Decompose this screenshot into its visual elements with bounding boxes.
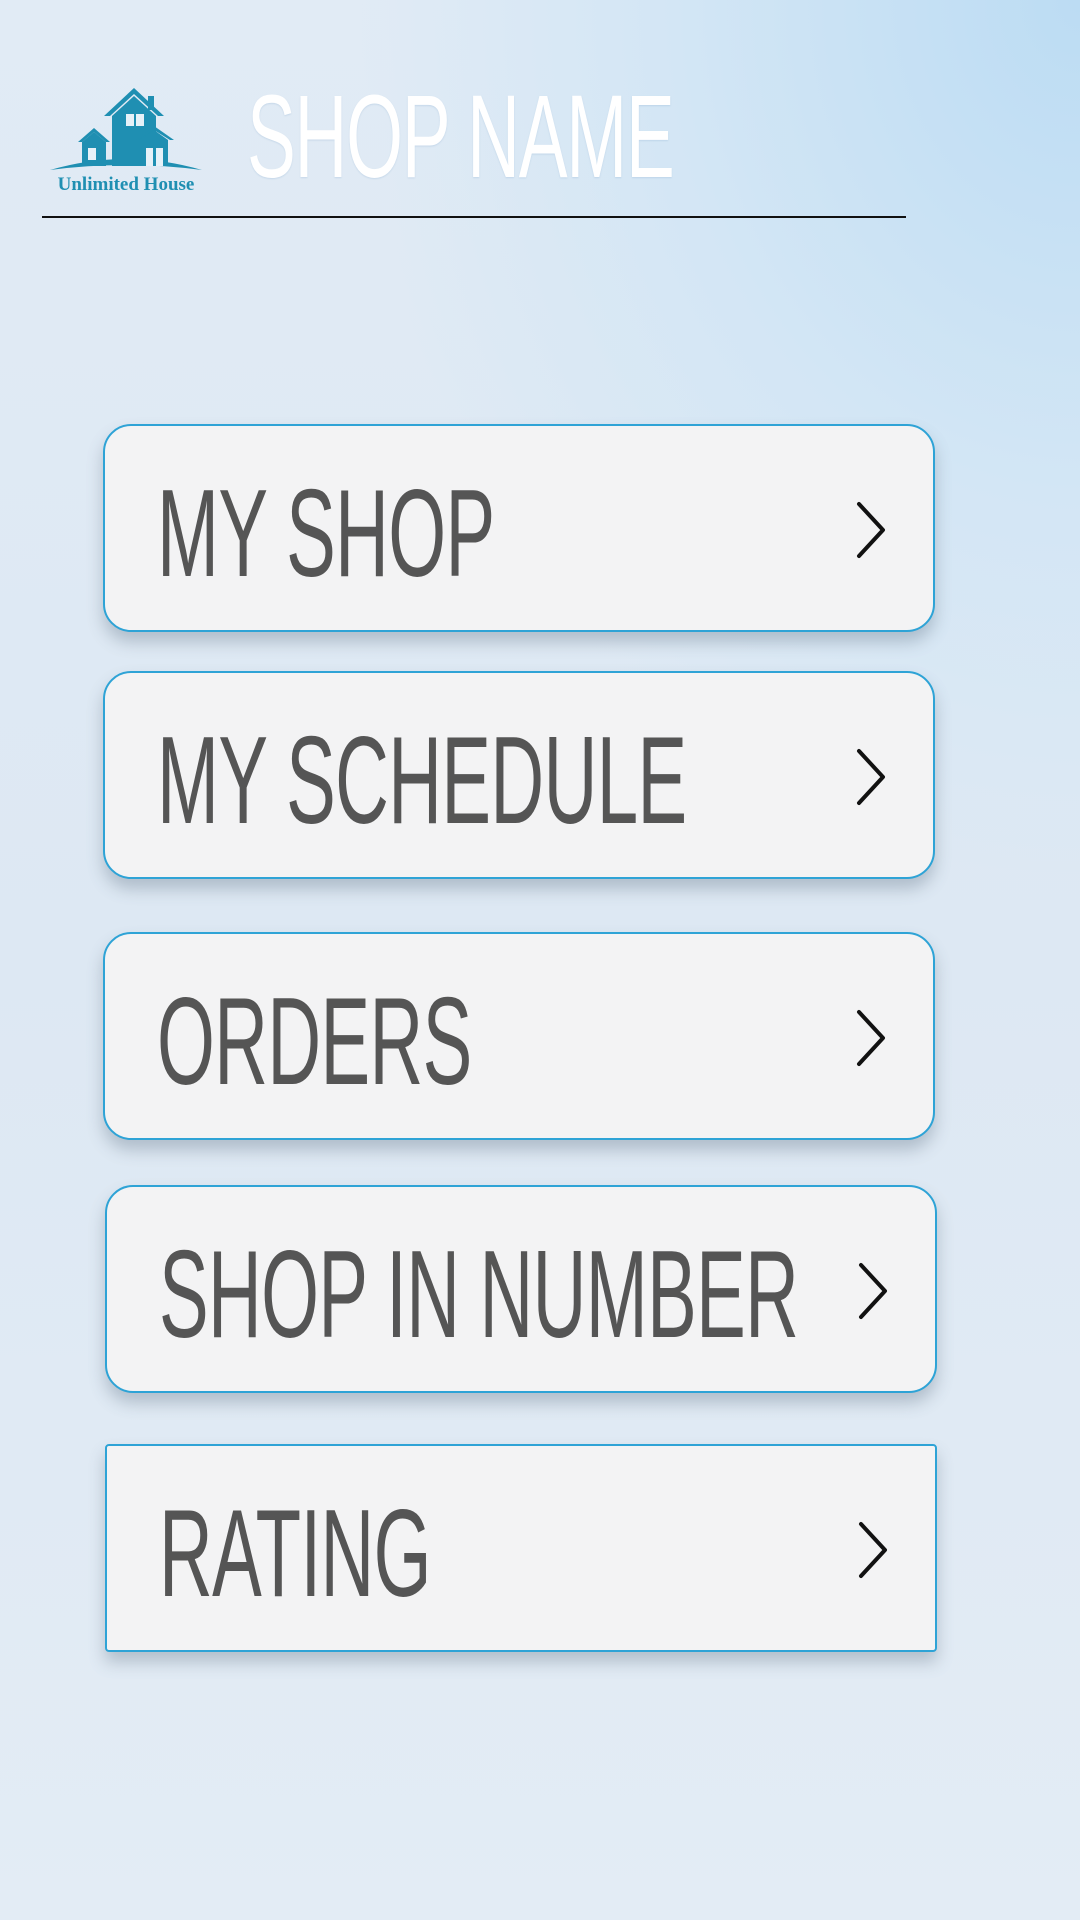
rating-button[interactable]: RATING xyxy=(105,1444,937,1652)
my-schedule-button[interactable]: MY SCHEDULE xyxy=(103,671,935,879)
orders-button[interactable]: ORDERS xyxy=(103,932,935,1140)
shop-in-number-button[interactable]: SHOP IN NUMBER xyxy=(105,1185,937,1393)
menu-item-label: RATING xyxy=(159,1485,432,1623)
menu-item-label: MY SHOP xyxy=(157,465,495,603)
menu-item-label: MY SCHEDULE xyxy=(157,712,687,850)
chevron-right-icon xyxy=(859,1522,887,1578)
header-divider xyxy=(42,216,906,218)
menu-item-label: SHOP IN NUMBER xyxy=(159,1226,799,1364)
logo-caption: Unlimited House xyxy=(57,174,195,195)
house-logo-icon xyxy=(50,88,202,170)
chevron-right-icon xyxy=(857,1010,885,1066)
brand-logo: Unlimited House xyxy=(48,82,204,200)
chevron-right-icon xyxy=(857,749,885,805)
my-shop-button[interactable]: MY SHOP xyxy=(103,424,935,632)
menu-item-label: ORDERS xyxy=(157,973,472,1111)
chevron-right-icon xyxy=(857,502,885,558)
shop-name-title: SHOP NAME xyxy=(247,71,675,203)
chevron-right-icon xyxy=(859,1263,887,1319)
